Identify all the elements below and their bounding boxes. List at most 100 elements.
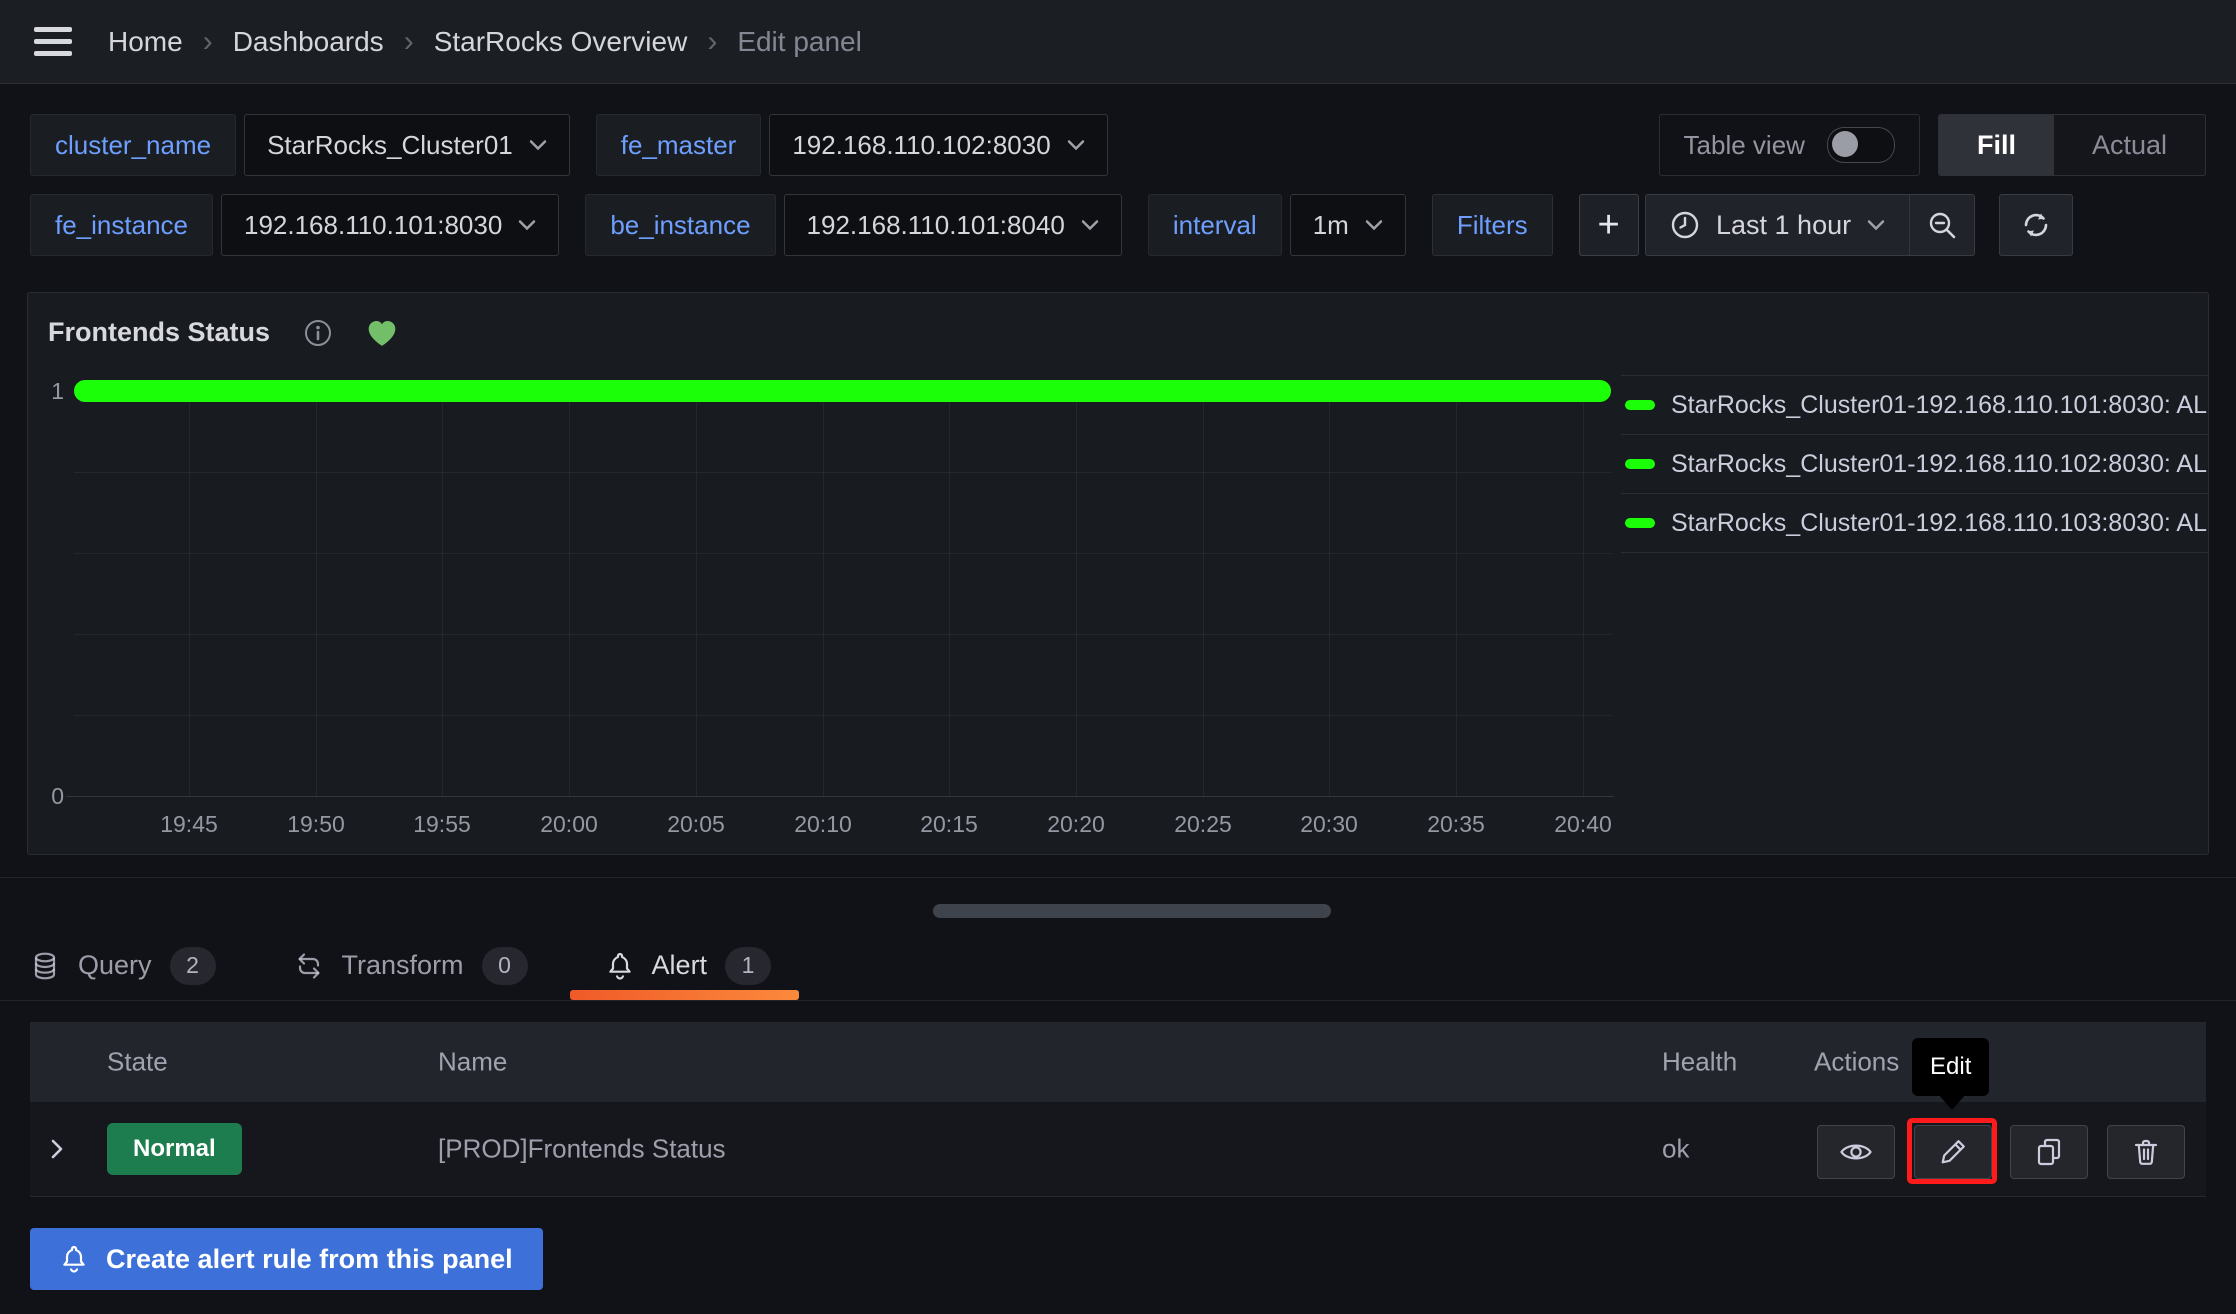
- delete-button[interactable]: [2107, 1125, 2185, 1179]
- top-nav: Home › Dashboards › StarRocks Overview ›…: [0, 0, 2236, 84]
- variable-value-text: 192.168.110.101:8030: [244, 210, 502, 241]
- time-picker-group: Last 1 hour: [1645, 194, 1975, 256]
- series-line-alive: [74, 380, 1611, 402]
- variable-value-dropdown[interactable]: 192.168.110.101:8030: [221, 194, 559, 256]
- legend-label: StarRocks_Cluster01-192.168.110.102:8030…: [1671, 450, 2209, 479]
- edit-tooltip: Edit: [1912, 1038, 1989, 1096]
- expand-row-chevron-icon[interactable]: [48, 1138, 66, 1160]
- variable-fe-instance: fe_instance 192.168.110.101:8030: [30, 194, 559, 256]
- tab-transform[interactable]: Transform 0: [294, 931, 528, 1000]
- database-icon: [30, 951, 60, 981]
- variable-value-text: 192.168.110.102:8030: [792, 130, 1050, 161]
- tab-label: Alert: [652, 950, 708, 981]
- x-axis-tick: 19:45: [134, 811, 244, 838]
- x-axis-tick: 20:00: [514, 811, 624, 838]
- tabs-divider: [0, 1000, 2236, 1001]
- variables-row-2: fe_instance 192.168.110.101:8030 be_inst…: [30, 194, 1639, 256]
- table-view-control: Table view: [1659, 114, 1920, 176]
- variable-label: cluster_name: [30, 114, 236, 176]
- variables-row-1: cluster_name StarRocks_Cluster01 fe_mast…: [30, 114, 1108, 176]
- variable-value-text: StarRocks_Cluster01: [267, 130, 513, 161]
- column-health: Health: [1662, 1047, 1737, 1078]
- variable-label: interval: [1148, 194, 1282, 256]
- table-header: State Name Health Actions: [30, 1022, 2206, 1102]
- eye-icon: [1839, 1139, 1873, 1165]
- plus-icon: +: [1598, 204, 1620, 247]
- filters-button[interactable]: Filters: [1432, 194, 1553, 256]
- y-axis-tick: 0: [28, 782, 64, 810]
- zoom-out-icon: [1927, 210, 1957, 240]
- legend-item[interactable]: StarRocks_Cluster01-192.168.110.103:8030…: [1621, 493, 2209, 552]
- chevron-right-icon: ›: [203, 25, 213, 59]
- create-alert-rule-button[interactable]: Create alert rule from this panel: [30, 1228, 543, 1290]
- breadcrumb-home[interactable]: Home: [108, 26, 183, 58]
- x-axis-tick: 20:20: [1021, 811, 1131, 838]
- copy-icon: [2034, 1137, 2064, 1167]
- time-controls: Last 1 hour: [1645, 194, 2073, 256]
- editor-tabs: Query 2 Transform 0 Alert 1: [30, 931, 771, 1000]
- table-row: Normal [PROD]Frontends Status ok: [30, 1102, 2206, 1197]
- info-icon[interactable]: [304, 319, 332, 347]
- chevron-down-icon: [518, 219, 536, 231]
- edit-tooltip-caret: [1938, 1094, 1966, 1110]
- variable-value-dropdown[interactable]: 192.168.110.101:8040: [784, 194, 1122, 256]
- add-filter-button[interactable]: +: [1579, 194, 1639, 256]
- frontends-status-panel: Frontends Status 1 0 19:45 19:50 19:55 2…: [27, 292, 2209, 855]
- chevron-down-icon: [1365, 219, 1383, 231]
- variable-label: be_instance: [585, 194, 775, 256]
- pane-size-segmented-control: Fill Actual: [1938, 114, 2206, 176]
- legend-item[interactable]: StarRocks_Cluster01-192.168.110.101:8030…: [1621, 375, 2209, 434]
- table-view-toggle[interactable]: [1827, 127, 1895, 163]
- tab-label: Query: [78, 950, 152, 981]
- panel-title: Frontends Status: [48, 317, 270, 348]
- create-alert-rule-label: Create alert rule from this panel: [106, 1244, 513, 1275]
- copy-button[interactable]: [2010, 1125, 2088, 1179]
- series-color-dash-icon: [1625, 518, 1655, 528]
- time-range-picker[interactable]: Last 1 hour: [1646, 195, 1909, 255]
- x-axis-tick: 20:15: [894, 811, 1004, 838]
- chevron-down-icon: [529, 139, 547, 151]
- pane-resize-handle[interactable]: [933, 904, 1331, 918]
- chart-legend: StarRocks_Cluster01-192.168.110.101:8030…: [1621, 375, 2209, 553]
- refresh-button[interactable]: [1999, 194, 2073, 256]
- fill-option[interactable]: Fill: [1939, 115, 2054, 175]
- breadcrumb-dashboards[interactable]: Dashboards: [233, 26, 384, 58]
- clock-icon: [1670, 210, 1700, 240]
- alert-rule-name: [PROD]Frontends Status: [438, 1134, 726, 1165]
- variable-value-dropdown[interactable]: 192.168.110.102:8030: [769, 114, 1107, 176]
- x-axis-tick: 20:05: [641, 811, 751, 838]
- x-axis-tick: 20:10: [768, 811, 878, 838]
- tab-query[interactable]: Query 2: [30, 931, 216, 1000]
- mega-menu-icon[interactable]: [34, 27, 72, 56]
- variable-value-dropdown[interactable]: 1m: [1290, 194, 1406, 256]
- series-color-dash-icon: [1625, 400, 1655, 410]
- x-axis-tick: 19:50: [261, 811, 371, 838]
- pencil-icon: [1938, 1137, 1968, 1167]
- tab-alert[interactable]: Alert 1: [606, 931, 772, 1000]
- edit-button[interactable]: [1914, 1125, 1992, 1179]
- variable-fe-master: fe_master 192.168.110.102:8030: [596, 114, 1108, 176]
- x-axis-tick: 20:30: [1274, 811, 1384, 838]
- actual-option[interactable]: Actual: [2054, 115, 2205, 175]
- variable-interval: interval 1m: [1148, 194, 1406, 256]
- breadcrumb-dashboard-name[interactable]: StarRocks Overview: [434, 26, 688, 58]
- chevron-down-icon: [1867, 219, 1885, 231]
- breadcrumb: Home › Dashboards › StarRocks Overview ›…: [108, 25, 862, 59]
- variable-value-dropdown[interactable]: StarRocks_Cluster01: [244, 114, 570, 176]
- column-state: State: [107, 1047, 168, 1078]
- column-actions: Actions: [1814, 1047, 1899, 1078]
- variable-label: fe_instance: [30, 194, 213, 256]
- active-tab-underline: [570, 990, 800, 1000]
- legend-item[interactable]: StarRocks_Cluster01-192.168.110.102:8030…: [1621, 434, 2209, 493]
- legend-label: StarRocks_Cluster01-192.168.110.103:8030…: [1671, 509, 2209, 538]
- pane-splitter: [0, 877, 2236, 878]
- x-axis-tick: 20:25: [1148, 811, 1258, 838]
- panel-view-controls: Table view Fill Actual: [1659, 114, 2206, 176]
- trash-icon: [2131, 1137, 2161, 1167]
- view-button[interactable]: [1817, 1125, 1895, 1179]
- zoom-out-button[interactable]: [1909, 195, 1974, 255]
- chevron-right-icon: ›: [404, 25, 414, 59]
- tab-count-badge: 1: [725, 947, 771, 985]
- bell-icon: [60, 1244, 88, 1274]
- x-axis-tick: 20:35: [1401, 811, 1511, 838]
